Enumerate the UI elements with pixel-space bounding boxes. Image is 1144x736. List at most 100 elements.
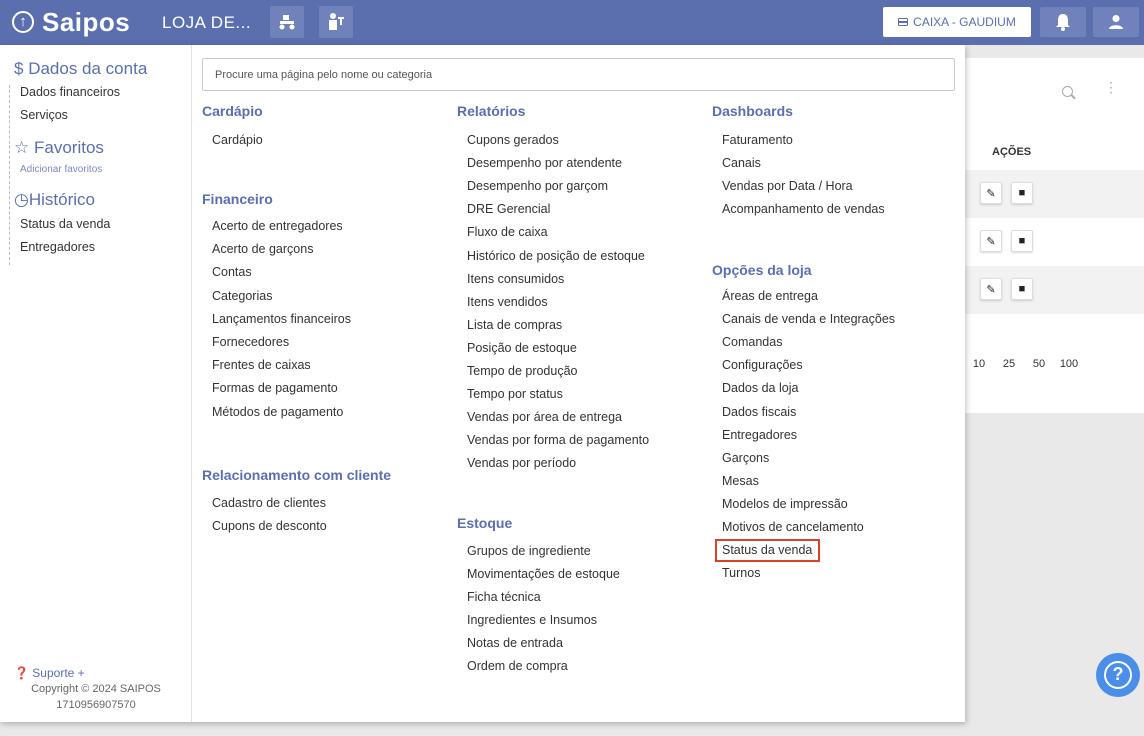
more-options-icon[interactable]: ⋮ (1104, 80, 1118, 94)
trash-icon: ■ (1018, 235, 1026, 247)
menu-item-acompanhamento-de-vendas[interactable]: Acompanhamento de vendas (722, 202, 885, 216)
page-size-option[interactable]: 100 (1054, 358, 1084, 370)
menu-item-notas-de-entrada[interactable]: Notas de entrada (467, 636, 563, 650)
page-size-option[interactable]: 10 (964, 358, 994, 370)
account-title-text: Dados da conta (28, 59, 148, 78)
menu-item-entregadores[interactable]: Entregadores (722, 428, 797, 442)
brand-logo[interactable]: ↑ Saipos (12, 7, 130, 37)
edit-button[interactable]: ✎ (980, 278, 1002, 300)
waiter-button[interactable] (319, 6, 353, 38)
sidebar-item-entregadores[interactable]: Entregadores (20, 240, 95, 254)
menu-item-dre-gerencial[interactable]: DRE Gerencial (467, 202, 550, 216)
page-size-option[interactable]: 50 (1024, 358, 1054, 370)
menu-item-tempo-de-producao[interactable]: Tempo de produção (467, 364, 578, 378)
menu-item-metodos-de-pagamento[interactable]: Métodos de pagamento (212, 405, 343, 419)
account-section-title[interactable]: $ Dados da conta (14, 59, 147, 79)
menu-item-posicao-de-estoque[interactable]: Posição de estoque (467, 341, 577, 355)
menu-item-canais-de-venda-e-integracoes[interactable]: Canais de venda e Integrações (722, 312, 895, 326)
edit-button[interactable]: ✎ (980, 182, 1002, 204)
delete-button[interactable]: ■ (1011, 182, 1033, 204)
support-link[interactable]: ❓ Suporte + (14, 666, 85, 680)
menu-item-desempenho-por-garcom[interactable]: Desempenho por garçom (467, 179, 608, 193)
delete-button[interactable]: ■ (1011, 230, 1033, 252)
menu-item-configuracoes[interactable]: Configurações (722, 358, 803, 372)
menu-item-garcons[interactable]: Garçons (722, 451, 769, 465)
menu-item-ordem-de-compra[interactable]: Ordem de compra (467, 659, 568, 673)
cash-register-button[interactable]: CAIXA - GAUDIUM (883, 7, 1031, 37)
menu-item-itens-consumidos[interactable]: Itens consumidos (467, 272, 564, 286)
star-icon: ☆ (14, 138, 30, 157)
navigation-menu: $ Dados da conta Dados financeiros Servi… (0, 45, 965, 722)
menu-item-acerto-de-garcons[interactable]: Acerto de garçons (212, 242, 313, 256)
menu-item-vendas-por-periodo[interactable]: Vendas por período (467, 456, 576, 470)
search-icon[interactable] (1062, 86, 1073, 97)
page-search-input[interactable] (202, 58, 955, 91)
history-section-title[interactable]: ◷Histórico (14, 190, 95, 210)
menu-item-canais[interactable]: Canais (722, 156, 761, 170)
menu-item-fluxo-de-caixa[interactable]: Fluxo de caixa (467, 225, 548, 239)
user-button[interactable] (1093, 7, 1139, 37)
menu-item-cardapio[interactable]: Cardápio (212, 133, 263, 147)
section-title-cardapio: Cardápio (202, 103, 263, 119)
delivery-button[interactable] (270, 6, 304, 38)
sidebar-item-status-da-venda[interactable]: Status da venda (20, 217, 110, 231)
menu-item-faturamento[interactable]: Faturamento (722, 133, 793, 147)
menu-item-vendas-por-area-de-entrega[interactable]: Vendas por área de entrega (467, 410, 622, 424)
pencil-icon: ✎ (986, 235, 996, 248)
menu-item-modelos-de-impressao[interactable]: Modelos de impressão (722, 497, 848, 511)
delete-button[interactable]: ■ (1011, 278, 1033, 300)
trash-icon: ■ (1018, 283, 1026, 295)
menu-item-cupons-de-desconto[interactable]: Cupons de desconto (212, 519, 327, 533)
menu-item-lista-de-compras[interactable]: Lista de compras (467, 318, 562, 332)
menu-item-tempo-por-status[interactable]: Tempo por status (467, 387, 563, 401)
notifications-button[interactable] (1040, 7, 1086, 37)
menu-item-grupos-de-ingrediente[interactable]: Grupos de ingrediente (467, 544, 591, 558)
menu-item-formas-de-pagamento[interactable]: Formas de pagamento (212, 381, 338, 395)
menu-item-dados-fiscais[interactable]: Dados fiscais (722, 405, 796, 419)
arrow-up-icon: ↑ (12, 11, 34, 33)
edit-button[interactable]: ✎ (980, 230, 1002, 252)
menu-item-motivos-de-cancelamento[interactable]: Motivos de cancelamento (722, 520, 864, 534)
cash-register-icon (898, 18, 909, 26)
menu-item-cadastro-de-clientes[interactable]: Cadastro de clientes (212, 496, 326, 510)
menu-item-movimentacoes-de-estoque[interactable]: Movimentações de estoque (467, 567, 620, 581)
menu-item-mesas[interactable]: Mesas (722, 474, 759, 488)
menu-item-lancamentos-financeiros[interactable]: Lançamentos financeiros (212, 312, 351, 326)
sidebar-item-dados-financeiros[interactable]: Dados financeiros (20, 85, 120, 99)
actions-column-header: AÇÕES (992, 146, 1032, 158)
menu-item-status-da-venda[interactable]: Status da venda (715, 539, 821, 563)
menu-item-vendas-por-forma-de-pagamento[interactable]: Vendas por forma de pagamento (467, 433, 649, 447)
menu-item-contas[interactable]: Contas (212, 265, 252, 279)
section-title-dashboards: Dashboards (712, 103, 793, 119)
menu-item-acerto-de-entregadores[interactable]: Acerto de entregadores (212, 219, 343, 233)
cash-register-label: CAIXA - GAUDIUM (913, 15, 1016, 29)
background-table-card: ⋮ AÇÕES ✎ ■ ✎ ■ ✎ ■ 10 25 50 100 (964, 58, 1144, 413)
menu-item-historico-de-posicao-de-estoque[interactable]: Histórico de posição de estoque (467, 249, 645, 263)
menu-item-fornecedores[interactable]: Fornecedores (212, 335, 289, 349)
menu-item-vendas-por-data-hora[interactable]: Vendas por Data / Hora (722, 179, 853, 193)
build-number: 1710956907570 (56, 699, 136, 711)
page-size-option[interactable]: 25 (994, 358, 1024, 370)
menu-item-frentes-de-caixas[interactable]: Frentes de caixas (212, 358, 311, 372)
menu-item-ficha-tecnica[interactable]: Ficha técnica (467, 590, 541, 604)
menu-item-turnos[interactable]: Turnos (722, 566, 760, 580)
sidebar-item-servicos[interactable]: Serviços (20, 108, 68, 122)
menu-item-ingredientes-e-insumos[interactable]: Ingredientes e Insumos (467, 613, 597, 627)
favorites-section-title[interactable]: ☆ Favoritos (14, 138, 104, 158)
user-icon (1109, 15, 1123, 29)
menu-item-desempenho-por-atendente[interactable]: Desempenho por atendente (467, 156, 622, 170)
menu-item-categorias[interactable]: Categorias (212, 289, 272, 303)
menu-item-dados-da-loja[interactable]: Dados da loja (722, 381, 798, 395)
waiter-icon (329, 13, 344, 30)
menu-item-areas-de-entrega[interactable]: Áreas de entrega (722, 289, 818, 303)
menu-item-comandas[interactable]: Comandas (722, 335, 782, 349)
menu-item-cupons-gerados[interactable]: Cupons gerados (467, 133, 559, 147)
section-title-relatorios: Relatórios (457, 103, 526, 119)
add-favorites-link[interactable]: Adicionar favoritos (20, 164, 102, 175)
bell-icon (1056, 14, 1070, 31)
menu-item-itens-vendidos[interactable]: Itens vendidos (467, 295, 548, 309)
store-name[interactable]: LOJA DE... (162, 13, 251, 33)
help-button[interactable]: ? (1096, 653, 1140, 697)
menu-sidebar: $ Dados da conta Dados financeiros Servi… (0, 45, 192, 722)
section-title-financeiro: Financeiro (202, 191, 273, 207)
